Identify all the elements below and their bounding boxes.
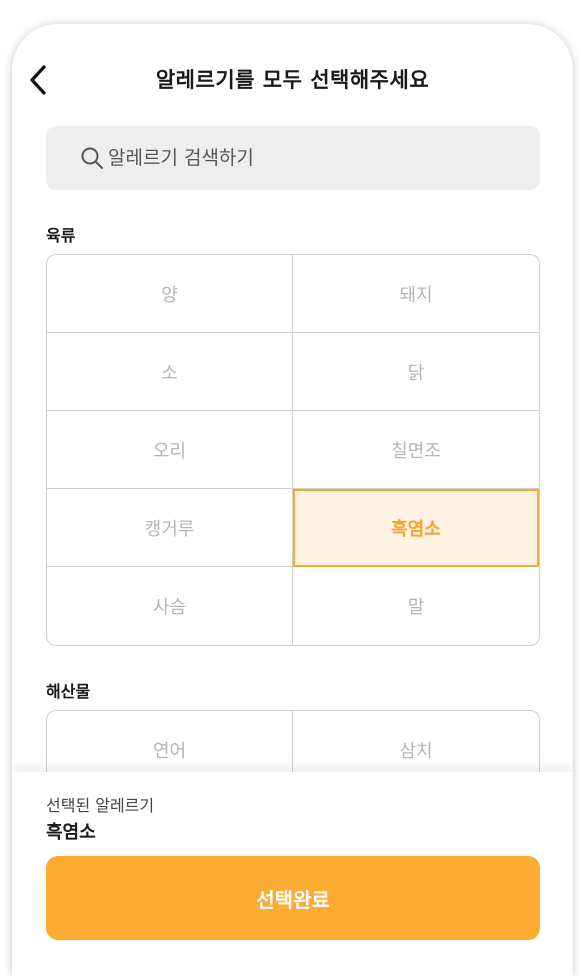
allergy-option[interactable]: 오리: [47, 411, 293, 489]
allergy-option[interactable]: 돼지: [293, 255, 539, 333]
section-title-meat: 육류: [46, 226, 76, 245]
allergy-option[interactable]: 말: [293, 567, 539, 645]
allergy-option[interactable]: 닭: [293, 333, 539, 411]
allergy-option-selected[interactable]: 흑염소: [293, 489, 539, 567]
bottom-panel: 선택된 알레르기 흑염소 선택완료: [12, 772, 573, 976]
page-title: 알레르기를 모두 선택해주세요: [155, 68, 430, 92]
allergy-option[interactable]: 캥거루: [47, 489, 293, 567]
allergy-option[interactable]: 칠면조: [293, 411, 539, 489]
search-icon: [80, 146, 104, 170]
app-screen: 알레르기를 모두 선택해주세요 육류 양 돼지 소 닭 오리 칠면조 캥거루 흑…: [12, 24, 573, 976]
allergy-option[interactable]: 사슴: [47, 567, 293, 645]
selected-allergy-label: 선택된 알레르기: [46, 796, 155, 815]
header: 알레르기를 모두 선택해주세요: [12, 24, 573, 124]
search-bar[interactable]: [46, 126, 540, 190]
selected-allergy-value: 흑염소: [46, 822, 96, 843]
allergy-grid-meat: 양 돼지 소 닭 오리 칠면조 캥거루 흑염소 사슴 말: [46, 254, 540, 646]
allergy-option[interactable]: 양: [47, 255, 293, 333]
done-button[interactable]: 선택완료: [46, 856, 540, 940]
allergy-option[interactable]: 소: [47, 333, 293, 411]
section-title-seafood: 해산물: [46, 682, 91, 701]
search-input[interactable]: [106, 146, 510, 170]
